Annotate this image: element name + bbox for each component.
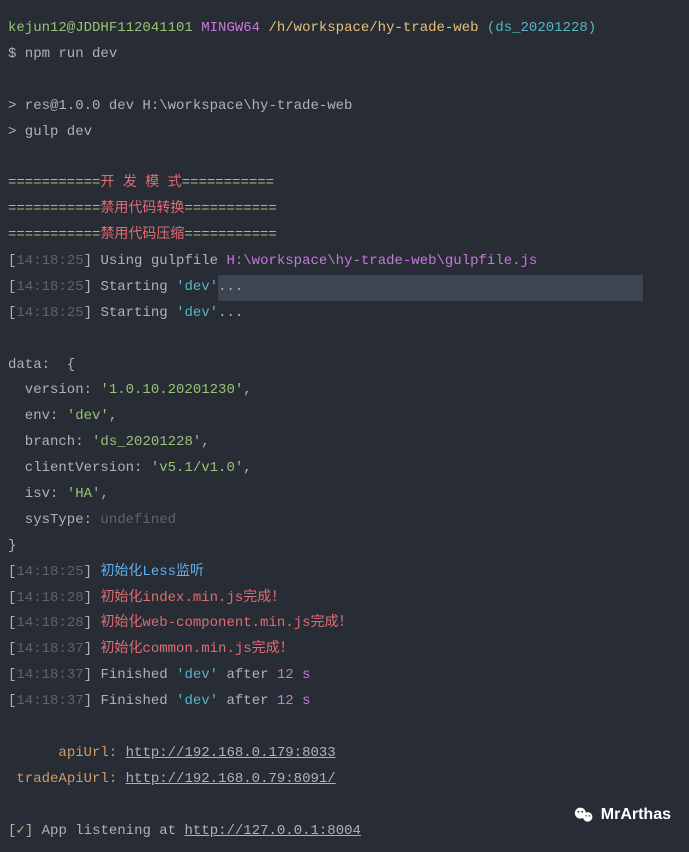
data-object-open: data: { (8, 353, 681, 379)
index-init-line: [14:18:28] 初始化index.min.js完成！ (8, 586, 681, 612)
timestamp: 14:18:28 (16, 615, 83, 631)
wechat-icon (573, 804, 595, 826)
data-client-version: clientVersion: 'v5.1/v1.0', (8, 456, 681, 482)
prompt-user: kejun12@JDDHF112041101 (8, 20, 193, 36)
data-version: version: '1.0.10.20201230', (8, 378, 681, 404)
timestamp: 14:18:37 (16, 641, 83, 657)
gulpfile-path: H:\workspace\hy-trade-web\gulpfile.js (226, 253, 537, 269)
prompt-shell: MINGW64 (201, 20, 260, 36)
common-init-line: [14:18:37] 初始化common.min.js完成！ (8, 637, 681, 663)
finished-line-1: [14:18:37] Finished 'dev' after 12 s (8, 663, 681, 689)
check-icon: ✓ (16, 823, 24, 839)
prompt-branch-close: ) (588, 20, 596, 36)
trade-api-url-line: tradeApiUrl: http://192.168.0.79:8091/ (8, 767, 681, 793)
data-branch: branch: 'ds_20201228', (8, 430, 681, 456)
listen-url-link[interactable]: http://127.0.0.1:8004 (184, 823, 360, 839)
timestamp: 14:18:25 (16, 253, 83, 269)
data-systype: sysType: undefined (8, 508, 681, 534)
timestamp: 14:18:28 (16, 590, 83, 606)
watermark: MrArthas (573, 800, 671, 830)
less-init-line: [14:18:25] 初始化Less监听 (8, 560, 681, 586)
gulp-starting-line-2: [14:18:25] Starting 'dev'... (8, 301, 681, 327)
prompt-line: kejun12@JDDHF112041101 MINGW64 /h/worksp… (8, 16, 681, 42)
banner-disable-compress: ===========禁用代码压缩=========== (8, 223, 681, 249)
npm-script-line-2: > gulp dev (8, 120, 681, 146)
data-object-close: } (8, 534, 681, 560)
timestamp: 14:18:37 (16, 693, 83, 709)
timestamp: 14:18:25 (16, 564, 83, 580)
api-url-link[interactable]: http://192.168.0.179:8033 (126, 745, 336, 761)
banner-dev-mode: ===========开 发 模 式=========== (8, 171, 681, 197)
terminal-output[interactable]: kejun12@JDDHF112041101 MINGW64 /h/worksp… (8, 16, 681, 845)
prompt-branch-open: ( (479, 20, 496, 36)
trade-api-url-link[interactable]: http://192.168.0.79:8091/ (126, 771, 336, 787)
timestamp: 14:18:37 (16, 667, 83, 683)
timestamp: 14:18:25 (16, 305, 83, 321)
watermark-text: MrArthas (601, 800, 671, 830)
data-isv: isv: 'HA', (8, 482, 681, 508)
api-url-line: apiUrl: http://192.168.0.179:8033 (8, 741, 681, 767)
finished-line-2: [14:18:37] Finished 'dev' after 12 s (8, 689, 681, 715)
gulp-using-line: [14:18:25] Using gulpfile H:\workspace\h… (8, 249, 681, 275)
prompt-branch: ds_20201228 (495, 20, 587, 36)
gulp-starting-line-1: [14:18:25] Starting 'dev'... (8, 275, 681, 301)
timestamp: 14:18:25 (16, 279, 83, 295)
banner-disable-transform: ===========禁用代码转换=========== (8, 197, 681, 223)
data-env: env: 'dev', (8, 404, 681, 430)
prompt-path: /h/workspace/hy-trade-web (268, 20, 478, 36)
webcomp-init-line: [14:18:28] 初始化web-component.min.js完成！ (8, 611, 681, 637)
npm-script-line-1: > res@1.0.0 dev H:\workspace\hy-trade-we… (8, 94, 681, 120)
command-line: $ npm run dev (8, 42, 681, 68)
